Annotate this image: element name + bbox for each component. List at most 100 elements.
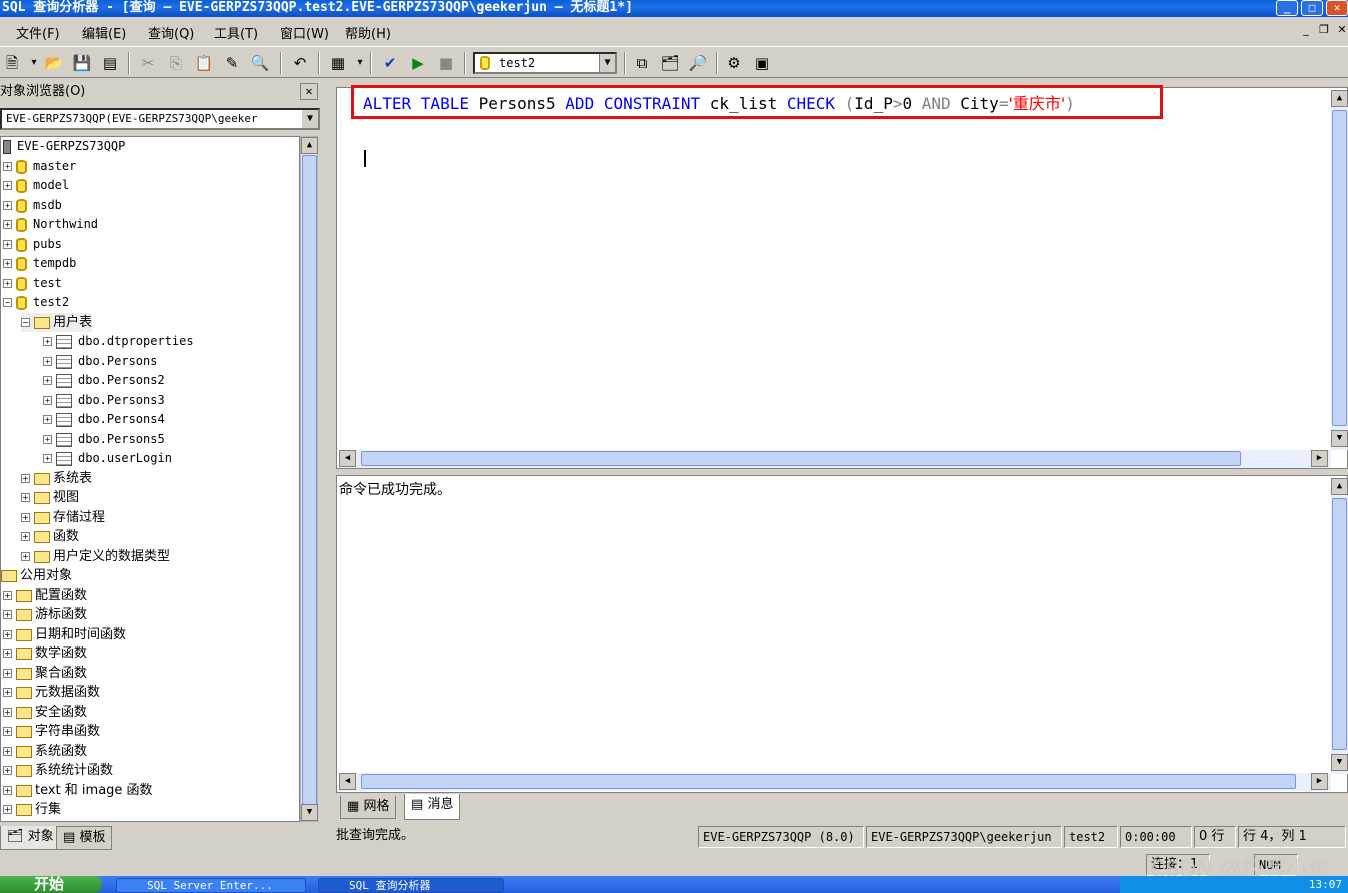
scroll-down-icon[interactable]: ▼ [1331,430,1348,447]
tab-messages[interactable]: ▤ 消息 [404,794,461,820]
database-select[interactable]: test2 ▼ [473,52,617,74]
tree-folder[interactable]: + 字符串函数 [3,722,100,741]
save-icon[interactable]: 💾 [72,53,92,73]
results-pane[interactable]: 命令已成功完成。 ▲ ▼ ◀ ▶ [336,475,1348,793]
menu-help[interactable]: 帮助(H) [345,23,391,42]
tree-scrollbar[interactable]: ▲ ▼ [300,136,318,822]
tree-folder[interactable]: + 元数据函数 [3,683,100,702]
display-plan-icon[interactable]: ⧉ [632,53,652,73]
tree-folder[interactable]: + 存储过程 [21,508,105,527]
scroll-up-icon[interactable]: ▲ [301,137,318,154]
scroll-right-icon[interactable]: ▶ [1311,450,1328,467]
scroll-down-icon[interactable]: ▼ [301,804,318,821]
parse-check-icon[interactable]: ✔ [380,53,400,73]
tree-table[interactable]: + dbo.Persons5 [43,430,165,449]
scroll-thumb[interactable] [1332,110,1347,426]
query-editor[interactable]: ALTER TABLE Persons5 ADD CONSTRAINT ck_l… [336,85,1348,469]
close-icon[interactable]: ✕ [300,83,318,100]
menu-file[interactable]: 文件(F) [16,23,60,42]
tree-folder[interactable]: + 聚合函数 [3,664,87,683]
tree-table[interactable]: + dbo.Persons4 [43,410,165,429]
tree-folder[interactable]: + 系统统计函数 [3,761,113,780]
mdi-minimize-icon[interactable]: _ [1298,22,1314,38]
menu-tools[interactable]: 工具(T) [214,23,258,42]
tree-public-objects[interactable]: 公用对象 [1,566,72,585]
taskbar-item[interactable]: SQL Server Enter... [116,878,306,893]
mdi-close-icon[interactable]: ✕ [1334,22,1348,38]
tree-table[interactable]: + dbo.Persons2 [43,371,165,390]
object-search-icon[interactable]: 🔎 [688,53,708,73]
load-script-icon[interactable]: ▤ [100,53,120,73]
mdi-restore-icon[interactable]: ❐ [1316,22,1332,38]
object-browser-icon[interactable]: 🗂 [660,53,680,73]
dropdown-arrow-icon[interactable]: ▾ [24,53,44,73]
scroll-thumb[interactable] [361,451,1241,466]
tree-user-tables[interactable]: − 用户表 [21,313,93,332]
start-button[interactable]: 开始 [0,876,102,893]
paste-icon[interactable]: 📋 [194,53,214,73]
tree-folder[interactable]: + 日期和时间函数 [3,625,126,644]
editor-vscrollbar[interactable]: ▲ ▼ [1331,90,1348,450]
find-icon[interactable]: 🔍 [250,53,270,73]
tree-db-northwind[interactable]: + Northwind [3,215,98,234]
maximize-button[interactable]: □ [1301,0,1323,16]
scroll-down-icon[interactable]: ▼ [1331,754,1348,771]
minimize-button[interactable]: _ [1276,0,1298,16]
tree-folder[interactable]: + 配置函数 [3,586,87,605]
tree-db-model[interactable]: + model [3,176,69,195]
results-mode-dropdown-icon[interactable]: ▾ [350,53,370,73]
clock[interactable]: 13:07 [1309,878,1342,891]
scroll-up-icon[interactable]: ▲ [1331,90,1348,107]
tab-objects[interactable]: 🗂 对象 [0,826,61,850]
tree-db-test[interactable]: + test [3,274,62,293]
tree-folder[interactable]: + 数学函数 [3,644,87,663]
menu-window[interactable]: 窗口(W) [280,23,329,42]
tree-db-msdb[interactable]: + msdb [3,196,62,215]
tree-db-master[interactable]: + master [3,157,76,176]
scroll-thumb[interactable] [1332,498,1347,750]
results-hscrollbar[interactable]: ◀ ▶ [339,773,1331,791]
scroll-thumb[interactable] [361,774,1296,789]
scroll-right-icon[interactable]: ▶ [1311,773,1328,790]
tree-folder[interactable]: + 游标函数 [3,605,87,624]
tree-table[interactable]: + dbo.Persons3 [43,391,165,410]
new-query-icon[interactable]: 🗎 [2,53,22,73]
tree-folder[interactable]: + 用户定义的数据类型 [21,547,170,566]
menu-edit[interactable]: 编辑(E) [82,23,126,42]
chevron-down-icon[interactable]: ▼ [302,110,318,128]
undo-icon[interactable]: ↶ [290,53,310,73]
tree-folder[interactable]: + 系统函数 [3,742,87,761]
tree-folder[interactable]: + 行集 [3,800,61,819]
scroll-left-icon[interactable]: ◀ [339,773,356,790]
tree-server[interactable]: EVE-GERPZS73QQP [3,137,125,156]
tree-table[interactable]: + dbo.userLogin [43,449,172,468]
cancel-query-icon[interactable]: ■ [436,53,456,73]
copy-icon[interactable]: ⎘ [166,53,186,73]
results-mode-icon[interactable]: ▦ [328,53,348,73]
tab-grid[interactable]: ▦ 网格 [340,796,397,819]
tree-table[interactable]: + dbo.Persons [43,352,157,371]
close-button[interactable]: ✕ [1326,0,1348,16]
chevron-down-icon[interactable]: ▼ [599,54,615,72]
tree-table[interactable]: + dbo.dtproperties [43,332,194,351]
taskbar-item-active[interactable]: SQL 查询分析器 [318,878,504,893]
open-folder-icon[interactable]: 📂 [44,53,64,73]
connection-properties-icon[interactable]: ⚙ [724,53,744,73]
results-vscrollbar[interactable]: ▲ ▼ [1331,478,1348,774]
tree-folder[interactable]: + 安全函数 [3,703,87,722]
tree-folder[interactable]: + text 和 image 函数 [3,781,153,800]
tree-folder[interactable]: + 函数 [21,527,79,546]
tree-db-tempdb[interactable]: + tempdb [3,254,76,273]
scroll-up-icon[interactable]: ▲ [1331,478,1348,495]
tree-folder[interactable]: + 系统表 [21,469,92,488]
tree-folder[interactable]: + 视图 [21,488,79,507]
show-results-pane-icon[interactable]: ▣ [752,53,772,73]
cut-icon[interactable]: ✂ [138,53,158,73]
menu-query[interactable]: 查询(Q) [148,23,194,42]
tree-db-pubs[interactable]: + pubs [3,235,62,254]
server-combo[interactable]: EVE-GERPZS73QQP(EVE-GERPZS73QQP\geeker ▼ [0,108,320,130]
scroll-left-icon[interactable]: ◀ [339,450,356,467]
execute-icon[interactable]: ▶ [408,53,428,73]
editor-hscrollbar[interactable]: ◀ ▶ [339,450,1331,468]
clear-window-icon[interactable]: ✎ [222,53,242,73]
